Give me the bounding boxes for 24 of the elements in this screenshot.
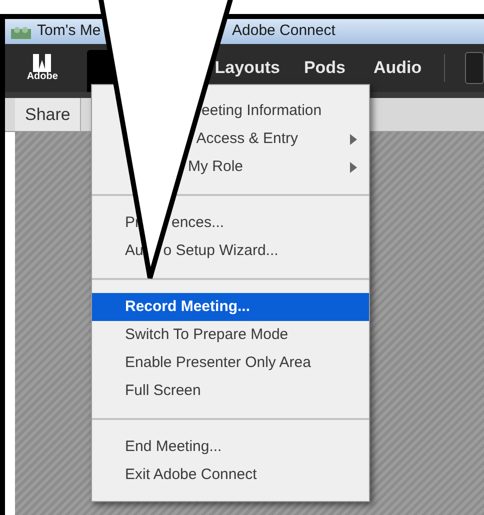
window-title: Adobe Connect (232, 21, 336, 42)
menu-item[interactable]: Full Screen (92, 377, 369, 405)
menu-item[interactable]: End Meeting... (92, 433, 369, 461)
menu-item[interactable]: Au o Setup Wizard... (92, 237, 369, 265)
menu-item[interactable]: Enable Presenter Only Area (92, 349, 369, 377)
menu-item-text: Au (125, 240, 144, 261)
menu-item[interactable]: Record Meeting... (92, 293, 369, 321)
menu-item[interactable]: eeting Information (92, 97, 369, 125)
toolbar-menu[interactable]: Layouts (214, 55, 280, 81)
adobe-logo: Adobe (25, 44, 60, 92)
window-title: Tom's Me (37, 21, 101, 42)
app-icon (11, 24, 31, 38)
toolbar-menu[interactable]: Pods (304, 55, 346, 81)
toolbar-control[interactable] (464, 52, 484, 84)
menu-item[interactable]: Exit Adobe Connect (92, 461, 369, 489)
menu-item[interactable]: Access & Entry (92, 125, 369, 153)
menu-item-text: o Setup Wizard... (163, 240, 278, 261)
menu-item[interactable]: Switch To Prepare Mode (92, 321, 369, 349)
menu-item-text: ences... (172, 212, 224, 233)
menu-item-text: eeting Information (202, 100, 322, 121)
menu-item-text: Access & Entry (196, 128, 298, 149)
toolbar-menu[interactable]: Audio (374, 55, 422, 81)
menu-item-text: My Role (188, 156, 244, 177)
menu-item[interactable]: My Role (92, 153, 369, 181)
